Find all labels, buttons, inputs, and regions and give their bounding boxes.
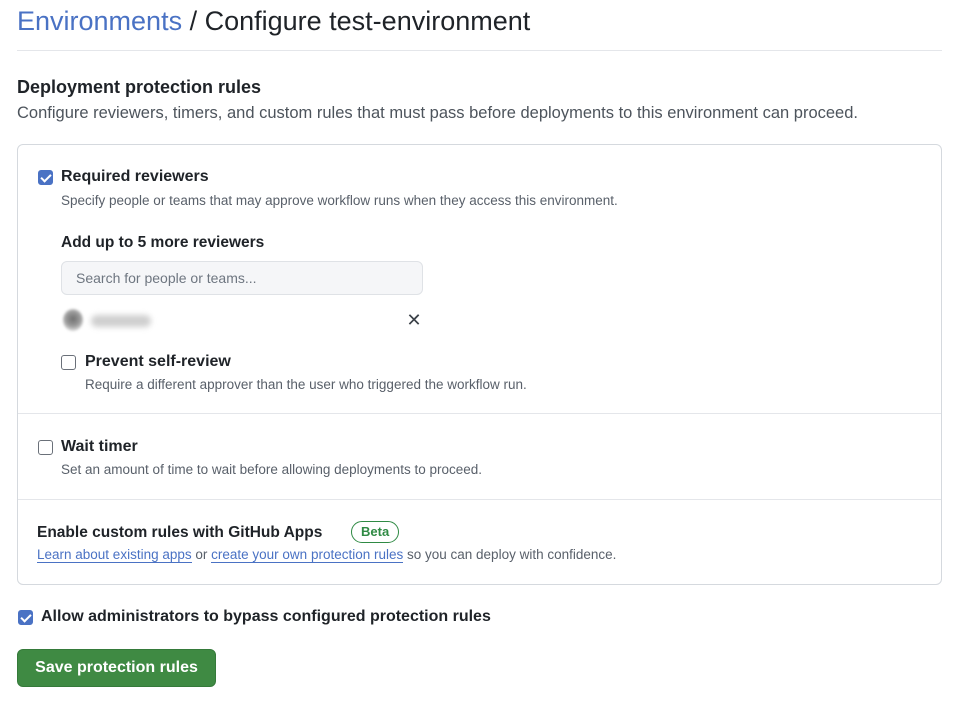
header-divider [17, 50, 942, 51]
page-header: Environments / Configure test-environmen… [17, 4, 530, 38]
section-divider [18, 413, 941, 414]
required-reviewers-label: Required reviewers [61, 168, 209, 185]
page-title: Configure test-environment [204, 6, 531, 36]
reviewer-avatar [63, 309, 83, 331]
add-reviewers-label: Add up to 5 more reviewers [61, 234, 265, 251]
prevent-self-review-description: Require a different approver than the us… [85, 377, 527, 392]
required-reviewers-checkbox[interactable] [38, 170, 53, 185]
save-protection-rules-button[interactable]: Save protection rules [17, 649, 216, 687]
custom-rules-title: Enable custom rules with GitHub Apps [37, 524, 323, 541]
protection-rules-box: Required reviewers Specify people or tea… [17, 144, 942, 585]
required-reviewers-description: Specify people or teams that may approve… [61, 193, 618, 208]
wait-timer-description: Set an amount of time to wait before all… [61, 462, 482, 477]
wait-timer-label: Wait timer [61, 438, 138, 455]
prevent-self-review-checkbox[interactable] [61, 355, 76, 370]
section-title: Deployment protection rules [17, 77, 262, 97]
reviewer-search-input[interactable] [61, 261, 423, 295]
links-connector: or [191, 547, 212, 562]
section-divider [18, 499, 941, 500]
wait-timer-checkbox[interactable] [38, 440, 53, 455]
prevent-self-review-label: Prevent self-review [85, 353, 231, 370]
beta-badge: Beta [351, 521, 400, 543]
learn-existing-apps-link[interactable]: Learn about existing apps [37, 547, 192, 563]
custom-rules-links: Learn about existing apps or create your… [37, 546, 616, 564]
remove-reviewer-close-icon[interactable]: ✕ [404, 307, 424, 333]
admin-bypass-label: Allow administrators to bypass configure… [41, 608, 491, 625]
breadcrumb-separator: / [182, 6, 205, 36]
reviewer-entry: ✕ [61, 307, 424, 333]
admin-bypass-checkbox[interactable] [18, 610, 33, 625]
create-protection-rules-link[interactable]: create your own protection rules [211, 547, 404, 563]
section-description: Configure reviewers, timers, and custom … [17, 104, 858, 122]
environments-breadcrumb-link[interactable]: Environments [17, 6, 182, 36]
links-suffix: so you can deploy with confidence. [403, 547, 617, 562]
reviewer-name-redacted [91, 315, 151, 327]
